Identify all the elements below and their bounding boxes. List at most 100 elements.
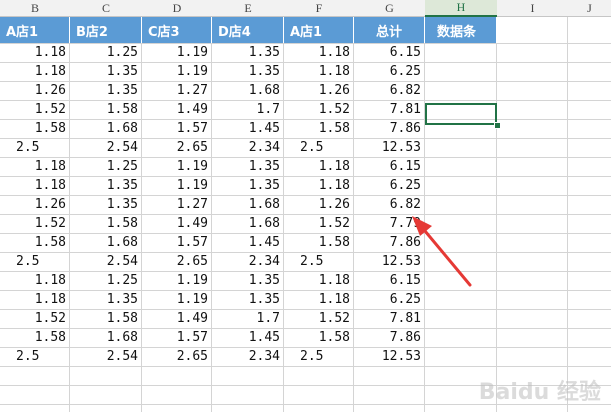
table-cell[interactable]: 1.45 xyxy=(212,119,284,138)
column-header-i[interactable]: I xyxy=(497,0,568,17)
table-cell[interactable]: 6.25 xyxy=(354,176,425,195)
table-cell[interactable]: 1.27 xyxy=(142,81,212,100)
table-cell[interactable]: 1.45 xyxy=(212,328,284,347)
table-cell[interactable]: 1.35 xyxy=(212,62,284,81)
table-cell[interactable]: 2.54 xyxy=(70,347,142,366)
table-cell[interactable]: 7.86 xyxy=(354,119,425,138)
header-cell[interactable]: B店2 xyxy=(70,17,142,43)
table-cell[interactable]: 1.68 xyxy=(212,81,284,100)
table-cell[interactable]: 1.52 xyxy=(284,309,354,328)
table-cell[interactable]: 2.5 xyxy=(284,252,354,271)
table-cell[interactable]: 1.26 xyxy=(284,195,354,214)
table-cell[interactable]: 1.19 xyxy=(142,290,212,309)
table-cell[interactable]: 1.35 xyxy=(70,290,142,309)
table-cell[interactable]: 1.18 xyxy=(0,62,70,81)
table-cell[interactable]: 2.5 xyxy=(0,138,70,157)
table-cell[interactable]: 2.34 xyxy=(212,138,284,157)
table-cell[interactable]: 1.58 xyxy=(70,309,142,328)
table-cell[interactable]: 1.25 xyxy=(70,43,142,62)
header-cell[interactable]: 数据条 xyxy=(425,17,497,43)
table-cell[interactable]: 1.68 xyxy=(70,233,142,252)
column-header-h[interactable]: H xyxy=(425,0,497,17)
table-cell[interactable]: 1.35 xyxy=(70,81,142,100)
table-cell[interactable]: 2.54 xyxy=(70,138,142,157)
table-cell[interactable]: 1.68 xyxy=(212,195,284,214)
table-cell[interactable]: 2.65 xyxy=(142,138,212,157)
table-cell[interactable]: 12.53 xyxy=(354,347,425,366)
table-cell[interactable]: 1.19 xyxy=(142,271,212,290)
table-cell[interactable]: 1.35 xyxy=(70,176,142,195)
column-header-g[interactable]: G xyxy=(354,0,425,17)
table-cell[interactable]: 12.53 xyxy=(354,138,425,157)
table-cell[interactable]: 1.18 xyxy=(0,157,70,176)
table-cell[interactable]: 1.7 xyxy=(212,309,284,328)
table-cell[interactable]: 1.35 xyxy=(212,157,284,176)
column-header-c[interactable]: C xyxy=(70,0,142,17)
table-cell[interactable]: 6.82 xyxy=(354,81,425,100)
table-cell[interactable]: 2.5 xyxy=(0,252,70,271)
header-cell[interactable]: A店1 xyxy=(284,17,354,43)
table-cell[interactable]: 2.65 xyxy=(142,252,212,271)
table-cell[interactable]: 6.15 xyxy=(354,271,425,290)
table-cell[interactable]: 1.49 xyxy=(142,214,212,233)
table-cell[interactable]: 1.19 xyxy=(142,157,212,176)
table-cell[interactable]: 7.86 xyxy=(354,233,425,252)
table-cell[interactable]: 7.79 xyxy=(354,214,425,233)
table-cell[interactable]: 1.58 xyxy=(284,233,354,252)
table-cell[interactable]: 1.18 xyxy=(284,290,354,309)
column-header-b[interactable]: B xyxy=(0,0,70,17)
table-cell[interactable]: 1.58 xyxy=(70,100,142,119)
table-cell[interactable]: 1.35 xyxy=(212,176,284,195)
table-cell[interactable]: 6.25 xyxy=(354,62,425,81)
table-cell[interactable]: 7.81 xyxy=(354,309,425,328)
table-cell[interactable]: 1.58 xyxy=(0,328,70,347)
table-cell[interactable]: 1.18 xyxy=(0,290,70,309)
table-cell[interactable]: 1.58 xyxy=(0,233,70,252)
table-cell[interactable]: 1.26 xyxy=(0,195,70,214)
table-cell[interactable]: 2.54 xyxy=(70,252,142,271)
table-cell[interactable]: 2.5 xyxy=(284,347,354,366)
table-cell[interactable]: 1.27 xyxy=(142,195,212,214)
table-cell[interactable]: 1.18 xyxy=(0,43,70,62)
table-cell[interactable]: 1.26 xyxy=(284,81,354,100)
table-cell[interactable]: 1.19 xyxy=(142,43,212,62)
table-cell[interactable]: 1.68 xyxy=(212,214,284,233)
table-cell[interactable]: 1.18 xyxy=(284,271,354,290)
header-cell[interactable]: A店1 xyxy=(0,17,70,43)
table-cell[interactable]: 1.26 xyxy=(0,81,70,100)
table-cell[interactable]: 1.35 xyxy=(212,43,284,62)
table-cell[interactable]: 1.18 xyxy=(284,62,354,81)
table-cell[interactable]: 7.81 xyxy=(354,100,425,119)
table-cell[interactable]: 2.5 xyxy=(284,138,354,157)
table-cell[interactable]: 1.35 xyxy=(70,195,142,214)
table-cell[interactable]: 1.57 xyxy=(142,233,212,252)
table-cell[interactable]: 6.82 xyxy=(354,195,425,214)
table-cell[interactable]: 1.57 xyxy=(142,119,212,138)
table-cell[interactable]: 1.45 xyxy=(212,233,284,252)
table-cell[interactable]: 1.52 xyxy=(284,100,354,119)
table-cell[interactable]: 1.19 xyxy=(142,176,212,195)
table-cell[interactable]: 6.15 xyxy=(354,43,425,62)
table-cell[interactable]: 2.34 xyxy=(212,252,284,271)
table-cell[interactable]: 1.19 xyxy=(142,62,212,81)
table-cell[interactable]: 1.49 xyxy=(142,100,212,119)
table-cell[interactable]: 1.68 xyxy=(70,328,142,347)
table-cell[interactable]: 1.52 xyxy=(0,214,70,233)
table-cell[interactable]: 1.35 xyxy=(70,62,142,81)
header-cell[interactable]: C店3 xyxy=(142,17,212,43)
table-cell[interactable]: 1.58 xyxy=(284,328,354,347)
header-cell[interactable]: D店4 xyxy=(212,17,284,43)
table-cell[interactable]: 1.18 xyxy=(284,157,354,176)
table-cell[interactable]: 7.86 xyxy=(354,328,425,347)
table-cell[interactable]: 1.52 xyxy=(284,214,354,233)
table-cell[interactable]: 1.58 xyxy=(0,119,70,138)
column-header-f[interactable]: F xyxy=(284,0,354,17)
column-header-e[interactable]: E xyxy=(212,0,284,17)
table-cell[interactable]: 1.52 xyxy=(0,100,70,119)
column-header-d[interactable]: D xyxy=(142,0,212,17)
table-cell[interactable]: 12.53 xyxy=(354,252,425,271)
table-cell[interactable]: 2.65 xyxy=(142,347,212,366)
table-cell[interactable]: 1.58 xyxy=(70,214,142,233)
table-cell[interactable]: 1.25 xyxy=(70,271,142,290)
table-cell[interactable]: 2.5 xyxy=(0,347,70,366)
